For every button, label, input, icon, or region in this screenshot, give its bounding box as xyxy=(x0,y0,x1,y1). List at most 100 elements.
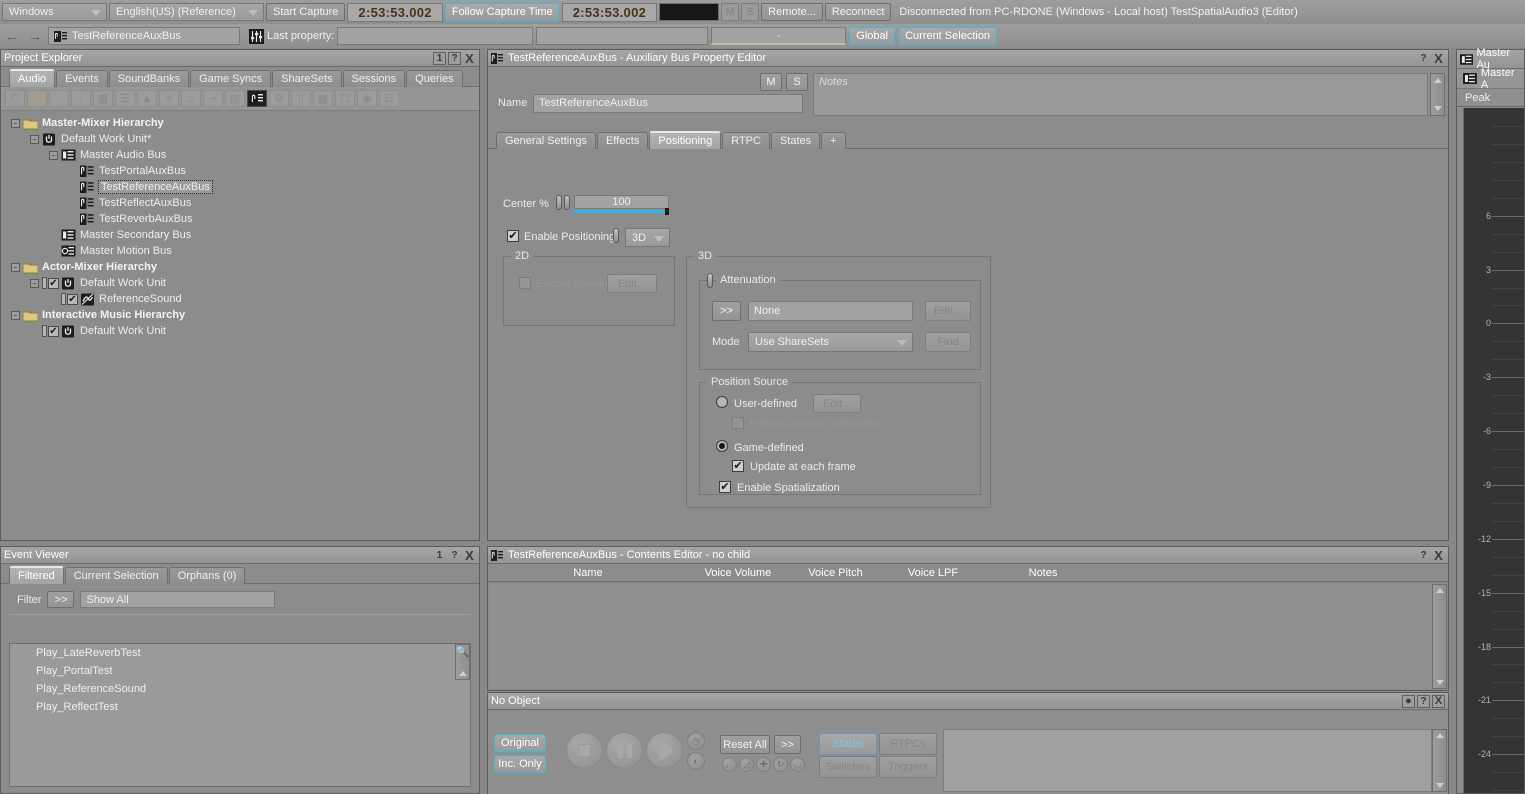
tab-soundbanks[interactable]: SoundBanks xyxy=(108,70,190,87)
filter-browse-button[interactable]: >> xyxy=(47,591,75,608)
center-percent-slider[interactable]: 100 xyxy=(574,195,669,215)
play-button[interactable] xyxy=(646,732,683,769)
tab-current-selection[interactable]: Current Selection xyxy=(64,567,168,584)
column-header-voice-volume[interactable]: Voice Volume xyxy=(688,567,788,579)
grid-icon[interactable]: ▦ xyxy=(93,90,113,107)
current-selection-button[interactable]: Current Selection xyxy=(898,26,998,46)
column-header-notes[interactable]: Notes xyxy=(983,567,1103,579)
stop-button[interactable] xyxy=(566,732,603,769)
states-button[interactable]: States xyxy=(819,733,877,755)
remote-button[interactable]: Remote... xyxy=(761,3,823,21)
switch-container-icon[interactable]: ⇝ xyxy=(203,90,223,107)
attenuation-value[interactable]: None xyxy=(748,301,913,321)
attenuation-rtpc-handle[interactable] xyxy=(707,273,713,288)
project-explorer-help-button[interactable]: ? xyxy=(448,51,461,65)
reset-browse-button[interactable]: >> xyxy=(774,735,801,754)
tab-states[interactable]: States xyxy=(770,132,821,149)
music-segment-icon[interactable]: ♫ xyxy=(181,90,201,107)
transport-scrollbar[interactable] xyxy=(1432,729,1447,792)
tree-item-master-audio-bus[interactable]: - Master Audio Bus xyxy=(11,147,479,163)
property-solo-button[interactable]: S xyxy=(786,73,808,91)
tab-add[interactable]: + xyxy=(821,132,846,149)
tab-sessions[interactable]: Sessions xyxy=(342,70,406,87)
pin-icon[interactable]: ● xyxy=(1402,694,1415,708)
tree-item-master-secondary-bus[interactable]: Master Secondary Bus xyxy=(11,227,479,243)
event-list-scrollbar[interactable]: 🔍 xyxy=(455,644,470,680)
event-viewer-close-button[interactable]: X xyxy=(463,549,476,562)
tree-item-referencesound[interactable]: ✔ ReferenceSound xyxy=(11,291,479,307)
tab-audio[interactable]: Audio xyxy=(9,69,56,87)
new-folder-icon[interactable] xyxy=(27,90,47,107)
tree-inclusion-bar[interactable] xyxy=(42,325,47,337)
column-header-voice-lpf[interactable]: Voice LPF xyxy=(883,567,983,579)
event-list[interactable]: Play_LateReverbTest Play_PortalTest Play_R… xyxy=(9,643,471,787)
enable-positioning-checkbox[interactable]: ✔ xyxy=(507,230,519,242)
tree-inclusion-bar[interactable] xyxy=(61,293,66,305)
contents-editor-close-button[interactable]: X xyxy=(1432,549,1445,562)
mute-button[interactable]: M xyxy=(721,3,740,21)
tree-item-actor-mixer-hierarchy[interactable]: - Actor-Mixer Hierarchy xyxy=(11,259,479,275)
tab-events[interactable]: Events xyxy=(56,70,108,87)
loop-icon[interactable]: ↻ xyxy=(773,757,788,772)
tree-expander-icon[interactable]: - xyxy=(11,310,20,320)
notes-scrollbar[interactable] xyxy=(1430,73,1445,116)
tree-item-testreverbauxbus[interactable]: TestReverbAuxBus xyxy=(11,211,479,227)
scroll-down-arrow-icon[interactable] xyxy=(1433,106,1442,111)
back-arrow-icon[interactable]: ← xyxy=(2,28,22,44)
attenuation-icon[interactable]: ◉ xyxy=(357,90,377,107)
volume-icon[interactable]: ◿ xyxy=(739,757,754,772)
project-explorer-instance-badge[interactable]: 1 xyxy=(433,51,446,65)
filter-input[interactable]: Show All xyxy=(80,591,276,608)
scroll-up-arrow-icon[interactable] xyxy=(458,671,467,676)
mixer-icon[interactable]: ⋮ xyxy=(71,90,91,107)
selected-object-field[interactable]: TestReferenceAuxBus xyxy=(48,27,240,45)
column-header-voice-pitch[interactable]: Voice Pitch xyxy=(788,567,883,579)
mode-select[interactable]: Use ShareSets xyxy=(748,332,913,352)
game-defined-radio[interactable] xyxy=(716,440,728,452)
attenuation-browse-button[interactable]: >> xyxy=(712,301,741,321)
positioning-mode-select[interactable]: 3D xyxy=(625,228,670,247)
reconnect-button[interactable]: Reconnect xyxy=(824,3,892,21)
global-button[interactable]: Global xyxy=(849,26,896,46)
tab-general-settings[interactable]: General Settings xyxy=(496,132,596,149)
tab-game-syncs[interactable]: Game Syncs xyxy=(190,70,272,87)
scroll-up-arrow-icon[interactable] xyxy=(1435,733,1444,738)
tree-item-testreferenceauxbus[interactable]: TestReferenceAuxBus xyxy=(11,179,479,195)
reset-all-button[interactable]: Reset All xyxy=(720,735,770,754)
clock-icon[interactable]: ◷ xyxy=(687,732,705,750)
rtpcs-button[interactable]: RTPCs xyxy=(879,733,937,755)
tree-inclusion-bar[interactable] xyxy=(42,277,47,289)
property-editor-close-button[interactable]: X xyxy=(1432,52,1445,65)
language-select[interactable]: English(US) (Reference) xyxy=(109,3,264,21)
tab-filtered[interactable]: Filtered xyxy=(9,566,64,584)
update-at-each-frame-checkbox[interactable]: ✔ xyxy=(732,460,744,472)
soundbank-icon[interactable]: ▯ xyxy=(291,90,311,107)
scroll-down-arrow-icon[interactable] xyxy=(1435,680,1444,685)
property-mute-button[interactable]: M xyxy=(760,73,782,91)
motion-bus-icon[interactable]: ⚙ xyxy=(269,90,289,107)
tree-include-checkbox[interactable]: ✔ xyxy=(48,277,59,289)
layout-icon[interactable]: ☐ xyxy=(335,90,355,107)
event-list-item[interactable]: Play_PortalTest xyxy=(10,662,470,680)
new-object-icon[interactable]: ⏻ xyxy=(5,90,25,107)
platform-select[interactable]: Windows xyxy=(2,3,107,21)
tab-rtpc[interactable]: RTPC xyxy=(722,132,770,149)
list-icon[interactable]: ☰ xyxy=(115,90,135,107)
forward-arrow-icon[interactable]: → xyxy=(25,28,45,44)
reverb-icon[interactable]: ◡ xyxy=(790,757,805,772)
event-viewer-instance-badge[interactable]: 1 xyxy=(433,549,446,562)
tab-sharesets[interactable]: ShareSets xyxy=(272,70,342,87)
tree-item-master-mixer-hierarchy[interactable]: - Master-Mixer Hierarchy xyxy=(11,115,479,131)
tree-expander-icon[interactable]: - xyxy=(30,134,39,144)
solo-button[interactable]: S xyxy=(741,3,760,21)
tab-orphans[interactable]: Orphans (0) xyxy=(168,567,246,584)
effect-icon[interactable]: ☷ xyxy=(379,90,399,107)
random-container-icon[interactable]: ▲ xyxy=(137,90,157,107)
search-icon[interactable]: 🔍 xyxy=(456,645,470,660)
tree-item-default-work-unit[interactable]: - Default Work Unit* xyxy=(11,131,479,147)
follow-capture-time-button[interactable]: Follow Capture Time xyxy=(444,2,560,22)
level-meter[interactable]: 630-3-6-9-12-15-18-21-24-27 xyxy=(1463,108,1524,793)
tree-item-testportalauxbus[interactable]: TestPortalAuxBus xyxy=(11,163,479,179)
start-capture-button[interactable]: Start Capture xyxy=(266,3,346,21)
center-percent-thumb[interactable] xyxy=(665,208,669,215)
